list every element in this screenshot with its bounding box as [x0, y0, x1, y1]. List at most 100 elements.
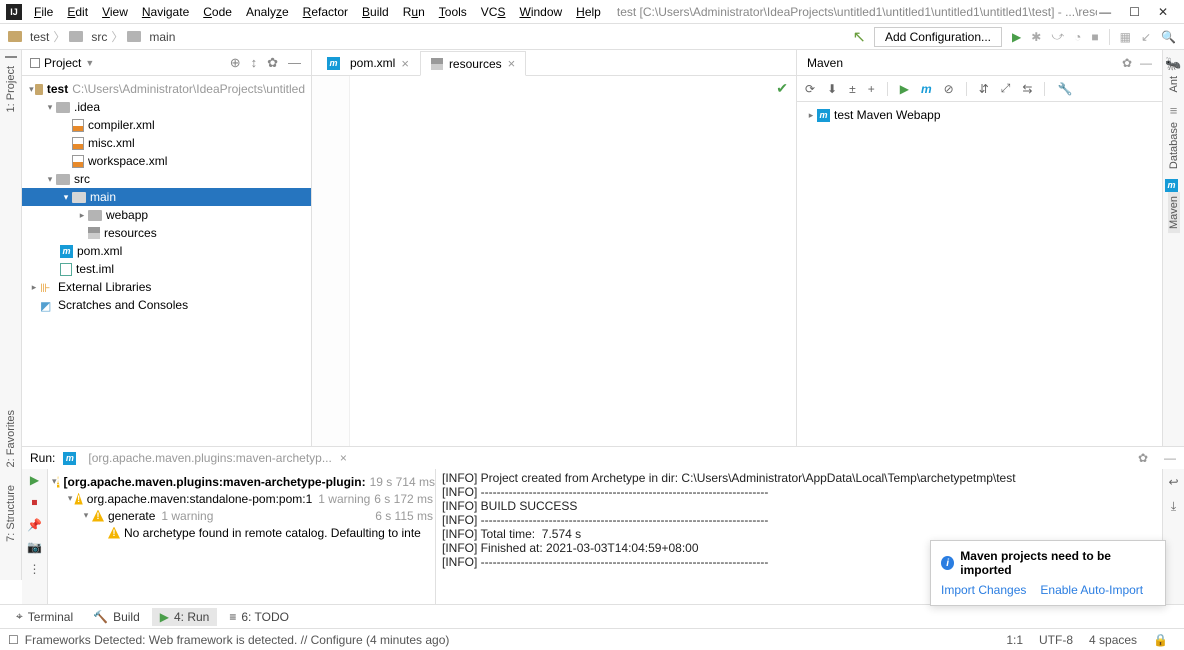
- file-encoding[interactable]: UTF-8: [1031, 633, 1081, 647]
- hammer-icon[interactable]: ↖: [853, 27, 866, 47]
- tree-file-iml[interactable]: test.iml: [22, 260, 311, 278]
- maven-icon[interactable]: m: [1165, 179, 1178, 192]
- search-icon[interactable]: 🔍: [1161, 30, 1176, 44]
- run-tab[interactable]: ▶4: Run: [152, 608, 218, 626]
- status-ws-icon[interactable]: ☐: [8, 633, 19, 647]
- tree-folder-idea[interactable]: ▾ .idea: [22, 98, 311, 116]
- target-icon[interactable]: ⊕: [228, 55, 243, 71]
- project-tree[interactable]: ▾ testC:\Users\Administrator\IdeaProject…: [22, 76, 311, 446]
- tree-scratches[interactable]: ◩ Scratches and Consoles: [22, 296, 311, 314]
- git-icon[interactable]: ▦: [1120, 30, 1131, 44]
- todo-tab[interactable]: ≡6: TODO: [221, 608, 297, 626]
- tree-folder-webapp[interactable]: ▸ webapp: [22, 206, 311, 224]
- run-tree-row[interactable]: ▾! [org.apache.maven.plugins:maven-arche…: [50, 473, 433, 490]
- menu-code[interactable]: Code: [197, 3, 238, 21]
- debug-icon[interactable]: ✱: [1031, 30, 1041, 44]
- enable-auto-import-link[interactable]: Enable Auto-Import: [1040, 583, 1143, 597]
- status-message[interactable]: Frameworks Detected: Web framework is de…: [25, 633, 450, 647]
- caret-position[interactable]: 1:1: [998, 633, 1031, 647]
- ant-tool-button[interactable]: Ant: [1168, 72, 1180, 97]
- project-panel-title[interactable]: Project ▼: [30, 56, 94, 70]
- tab-resources[interactable]: resources×: [420, 51, 526, 76]
- reimport-icon[interactable]: ⟳: [805, 82, 815, 96]
- lock-icon[interactable]: 🔒: [1145, 633, 1176, 647]
- favorites-tool-button[interactable]: 2: Favorites: [5, 406, 17, 471]
- maximize-icon[interactable]: ☐: [1129, 5, 1140, 19]
- expand-icon[interactable]: ⤢: [1001, 81, 1011, 96]
- rerun-icon[interactable]: ▶: [30, 473, 39, 487]
- tab-pom[interactable]: m pom.xml×: [316, 50, 420, 75]
- tree-file[interactable]: workspace.xml: [22, 152, 311, 170]
- run-maven-icon[interactable]: ▶: [900, 82, 909, 96]
- menu-run[interactable]: Run: [397, 3, 431, 21]
- maven-tree[interactable]: ▸ m test Maven Webapp: [797, 102, 1162, 128]
- add-icon[interactable]: +: [868, 82, 875, 96]
- import-changes-link[interactable]: Import Changes: [941, 583, 1026, 597]
- tree-root[interactable]: ▾ testC:\Users\Administrator\IdeaProject…: [22, 80, 311, 98]
- editor-body[interactable]: ✔: [312, 76, 796, 446]
- build-tab[interactable]: 🔨Build: [85, 608, 148, 626]
- camera-icon[interactable]: 📷: [27, 540, 42, 554]
- profile-icon[interactable]: ◔: [1074, 30, 1081, 44]
- close-tab-icon[interactable]: ×: [508, 56, 516, 71]
- breadcrumb-item[interactable]: main: [149, 30, 175, 44]
- maven-tool-button[interactable]: Maven: [1168, 192, 1180, 233]
- run-tree-row[interactable]: ▾! generate1 warning6 s 115 ms: [50, 507, 433, 524]
- close-run-tab-icon[interactable]: ×: [340, 451, 347, 465]
- soft-wrap-icon[interactable]: ↩: [1168, 475, 1178, 489]
- run-icon[interactable]: ▶: [1012, 30, 1021, 44]
- breadcrumb-item[interactable]: test: [30, 30, 49, 44]
- tree-folder-resources[interactable]: resources: [22, 224, 311, 242]
- menu-window[interactable]: Window: [513, 3, 568, 21]
- generate-sources-icon[interactable]: ⬇: [827, 82, 837, 96]
- wrench-icon[interactable]: 🔧: [1057, 82, 1072, 96]
- close-tab-icon[interactable]: ×: [401, 56, 409, 71]
- breadcrumb-item[interactable]: src: [91, 30, 107, 44]
- download-icon[interactable]: ±: [849, 82, 856, 96]
- tree-file[interactable]: misc.xml: [22, 134, 311, 152]
- hide-icon[interactable]: —: [1140, 56, 1152, 70]
- structure-tool-button[interactable]: 7: Structure: [5, 481, 17, 546]
- more-icon[interactable]: ⋮: [29, 562, 41, 576]
- pin-icon[interactable]: 📌: [27, 518, 42, 532]
- terminal-tab[interactable]: ⌖Terminal: [8, 607, 81, 626]
- gear-icon[interactable]: ✿: [265, 55, 280, 71]
- tree-file-pom[interactable]: mpom.xml: [22, 242, 311, 260]
- menu-refactor[interactable]: Refactor: [297, 3, 354, 21]
- run-tree-row[interactable]: ▾! org.apache.maven:standalone-pom:pom:1…: [50, 490, 433, 507]
- run-config-name[interactable]: [org.apache.maven.plugins:maven-archetyp…: [88, 451, 331, 465]
- project-tool-button[interactable]: 1: Project: [5, 62, 17, 116]
- hide-icon[interactable]: —: [1164, 451, 1176, 465]
- menu-view[interactable]: View: [96, 3, 134, 21]
- stop-icon[interactable]: ■: [1091, 30, 1098, 44]
- menu-build[interactable]: Build: [356, 3, 395, 21]
- tree-folder-src[interactable]: ▾ src: [22, 170, 311, 188]
- run-tree-row[interactable]: ! No archetype found in remote catalog. …: [50, 524, 433, 541]
- ant-icon[interactable]: 🐜: [1165, 56, 1181, 72]
- menu-analyze[interactable]: Analyze: [240, 3, 295, 21]
- stop-icon[interactable]: ⏹: [31, 495, 37, 510]
- menu-file[interactable]: File: [28, 3, 59, 21]
- project-tool-marker[interactable]: [5, 56, 17, 58]
- tree-folder-main-selected[interactable]: ▾ main: [22, 188, 311, 206]
- sort-icon[interactable]: ↕: [249, 55, 260, 70]
- menu-navigate[interactable]: Navigate: [136, 3, 195, 21]
- add-configuration-button[interactable]: Add Configuration...: [874, 27, 1002, 47]
- tree-external-libraries[interactable]: ▸⊪ External Libraries: [22, 278, 311, 296]
- maven-project-row[interactable]: ▸ m test Maven Webapp: [805, 106, 1154, 124]
- collapse-icon[interactable]: ⇵: [979, 82, 989, 96]
- run-tree[interactable]: ▾! [org.apache.maven.plugins:maven-arche…: [48, 469, 436, 604]
- menu-help[interactable]: Help: [570, 3, 607, 21]
- database-icon[interactable]: ≡: [1170, 103, 1178, 118]
- scroll-end-icon[interactable]: ⤓: [1171, 499, 1176, 514]
- minimize-icon[interactable]: —: [1099, 5, 1111, 19]
- tree-file[interactable]: compiler.xml: [22, 116, 311, 134]
- gear-icon[interactable]: ✿: [1122, 56, 1132, 70]
- update-icon[interactable]: ↙: [1141, 30, 1151, 44]
- gear-icon[interactable]: ✿: [1138, 451, 1148, 465]
- coverage-icon[interactable]: ⤻: [1051, 29, 1064, 44]
- indent-settings[interactable]: 4 spaces: [1081, 633, 1145, 647]
- toggle-offline-icon[interactable]: ⊘: [944, 82, 954, 96]
- hide-icon[interactable]: —: [286, 55, 303, 70]
- menu-edit[interactable]: Edit: [61, 3, 94, 21]
